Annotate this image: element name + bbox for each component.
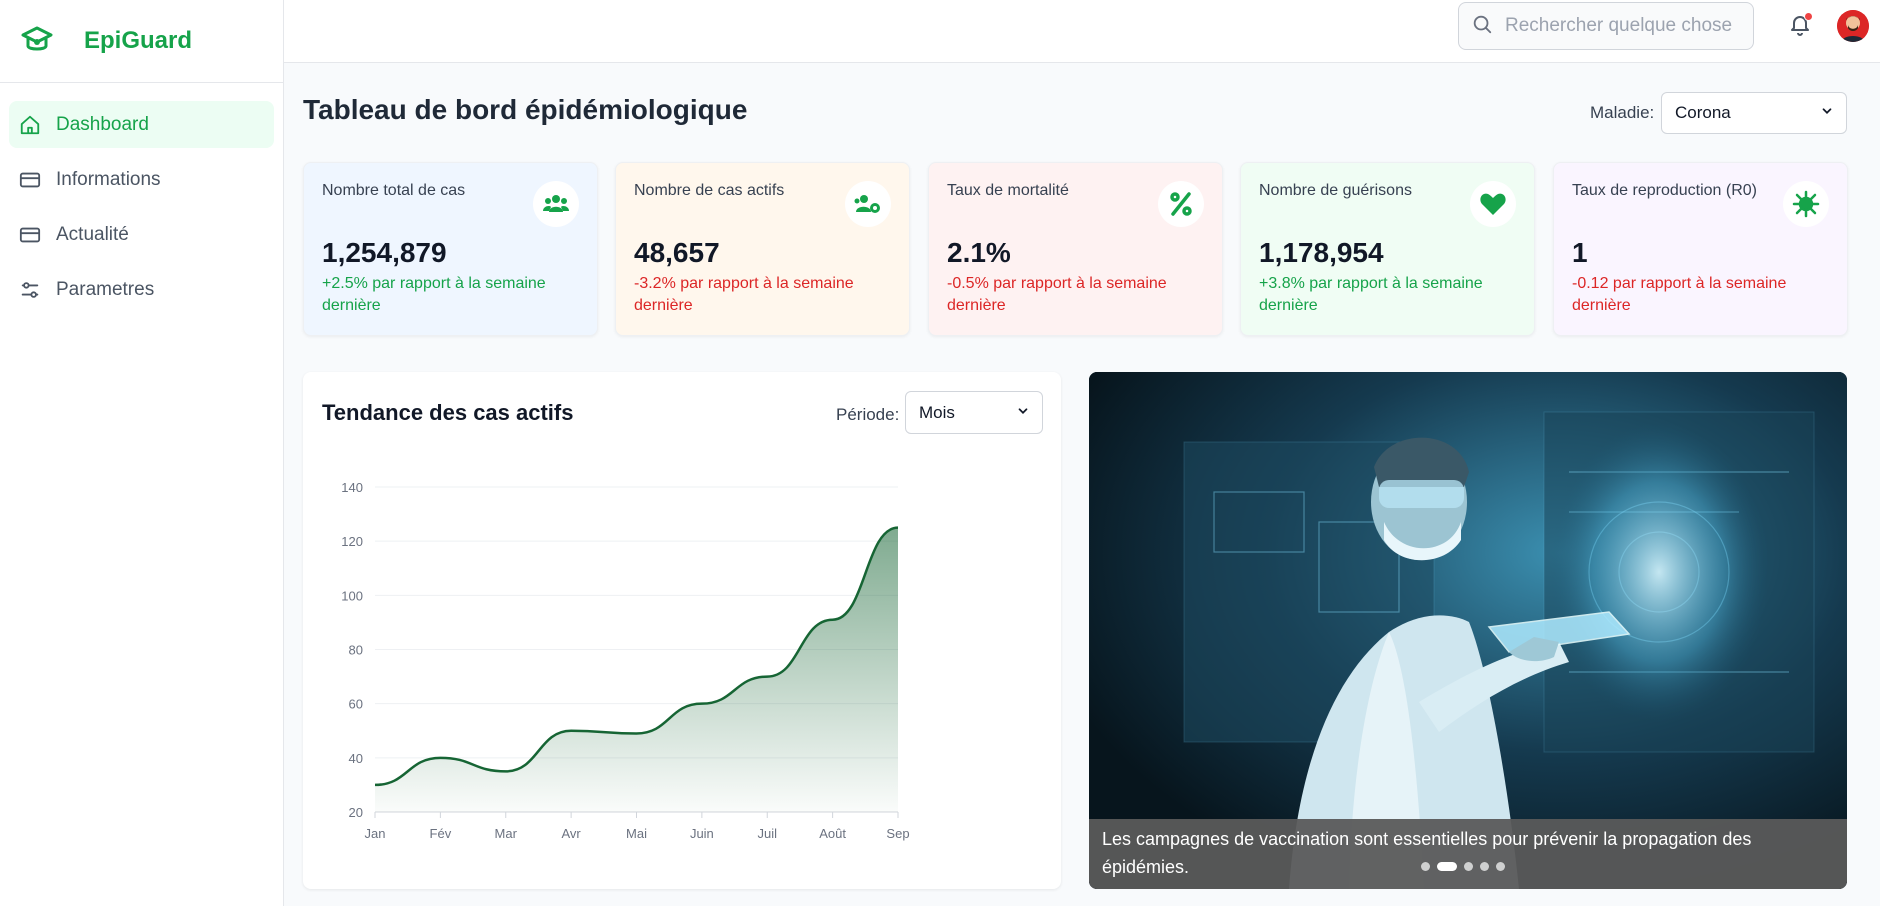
kpi-delta: -0.5% par rapport à la semaine dernière bbox=[947, 275, 1167, 314]
kpi-delta: +2.5% par rapport à la semaine dernière bbox=[322, 275, 546, 314]
brand[interactable]: EpiGuard bbox=[0, 0, 283, 83]
sidebar-item-label: Informations bbox=[56, 168, 161, 190]
y-tick-label: 100 bbox=[341, 588, 363, 603]
notification-badge bbox=[1804, 12, 1813, 21]
percent-icon bbox=[1158, 181, 1204, 227]
sidebar-item-dashboard[interactable]: Dashboard bbox=[9, 101, 274, 148]
kpi-delta: +3.8% par rapport à la semaine dernière bbox=[1259, 275, 1483, 314]
kpi-card-active-cases: Nombre de cas actifs 48,657 -3.2% par ra… bbox=[615, 162, 910, 336]
y-tick-label: 20 bbox=[349, 805, 363, 820]
app-name: EpiGuard bbox=[84, 27, 193, 54]
kpi-value: 2.1% bbox=[947, 237, 1011, 268]
kpi-delta: -3.2% par rapport à la semaine dernière bbox=[634, 275, 854, 314]
kpi-value: 1,254,879 bbox=[322, 237, 447, 268]
carousel-dot[interactable] bbox=[1421, 862, 1430, 871]
sidebar: EpiGuard Dashboard Informations Actualit… bbox=[0, 0, 284, 906]
page-title: Tableau de bord épidémiologique bbox=[303, 94, 748, 125]
avatar[interactable] bbox=[1837, 10, 1869, 42]
chevron-down-icon bbox=[1820, 103, 1834, 123]
disease-label: Maladie: bbox=[1590, 103, 1655, 122]
y-tick-label: 120 bbox=[341, 534, 363, 549]
kpi-value: 1,178,954 bbox=[1259, 237, 1384, 268]
sidebar-nav: Dashboard Informations Actualité Paramet… bbox=[0, 83, 283, 313]
x-tick-label: Juin bbox=[690, 826, 714, 841]
home-icon bbox=[18, 113, 42, 137]
card-icon bbox=[18, 168, 42, 192]
carousel-caption: Les campagnes de vaccination sont essent… bbox=[1089, 819, 1847, 889]
carousel-dot[interactable] bbox=[1480, 862, 1489, 871]
kpi-value: 1 bbox=[1572, 237, 1588, 268]
search-icon bbox=[1471, 13, 1493, 40]
chart-area bbox=[375, 527, 898, 812]
x-tick-label: Avr bbox=[561, 826, 581, 841]
doctor-hologram-image bbox=[1089, 372, 1847, 889]
y-tick-label: 60 bbox=[349, 697, 363, 712]
sidebar-item-parametres[interactable]: Parametres bbox=[9, 266, 274, 313]
x-tick-label: Mar bbox=[495, 826, 518, 841]
graduation-cap-icon bbox=[20, 24, 54, 58]
x-tick-label: Sep bbox=[886, 826, 909, 841]
y-tick-label: 140 bbox=[341, 480, 363, 495]
carousel-indicators bbox=[1421, 862, 1505, 871]
heart-icon bbox=[1470, 181, 1516, 227]
card-icon bbox=[18, 223, 42, 247]
notifications-button[interactable] bbox=[1786, 12, 1814, 40]
top-bar bbox=[284, 0, 1880, 63]
sidebar-item-informations[interactable]: Informations bbox=[9, 156, 274, 203]
carousel-dot-active[interactable] bbox=[1437, 862, 1457, 871]
users-gear-icon bbox=[845, 181, 891, 227]
active-cases-chart: 20 40 60 80 100 120 140 Jan Fév Mar Avr Mai Juin Juil… bbox=[341, 480, 909, 841]
search-input[interactable] bbox=[1505, 15, 1745, 37]
kpi-card-recoveries: Nombre de guérisons 1,178,954 +3.8% par … bbox=[1240, 162, 1535, 336]
carousel-dot[interactable] bbox=[1464, 862, 1473, 871]
kpi-card-reproduction-rate: Taux de reproduction (R0) 1 -0.12 par ra… bbox=[1553, 162, 1848, 336]
disease-select[interactable]: Corona bbox=[1661, 92, 1847, 134]
x-tick-label: Août bbox=[819, 826, 846, 841]
x-tick-label: Mai bbox=[626, 826, 647, 841]
virus-icon bbox=[1783, 181, 1829, 227]
kpi-card-total-cases: Nombre total de cas 1,254,879 +2.5% par … bbox=[303, 162, 598, 336]
user-avatar-icon bbox=[1837, 10, 1869, 42]
carousel-dot[interactable] bbox=[1496, 862, 1505, 871]
active-cases-chart-panel: Tendance des cas actifs Période: Mois 20… bbox=[303, 372, 1061, 889]
search-box[interactable] bbox=[1458, 2, 1754, 50]
disease-select-value: Corona bbox=[1675, 103, 1731, 122]
kpi-delta: -0.12 par rapport à la semaine dernière bbox=[1572, 275, 1787, 314]
sliders-icon bbox=[18, 278, 42, 302]
y-tick-label: 40 bbox=[349, 751, 363, 766]
kpi-card-mortality: Taux de mortalité 2.1% -0.5% par rapport… bbox=[928, 162, 1223, 336]
x-tick-label: Jan bbox=[365, 826, 386, 841]
sidebar-item-label: Parametres bbox=[56, 278, 155, 300]
kpi-value: 48,657 bbox=[634, 237, 720, 268]
x-tick-label: Fév bbox=[430, 826, 452, 841]
users-icon bbox=[533, 181, 579, 227]
news-carousel[interactable]: Les campagnes de vaccination sont essent… bbox=[1089, 372, 1847, 889]
sidebar-item-actualite[interactable]: Actualité bbox=[9, 211, 274, 258]
sidebar-item-label: Dashboard bbox=[56, 113, 149, 135]
x-tick-label: Juil bbox=[757, 826, 777, 841]
y-tick-label: 80 bbox=[349, 643, 363, 658]
sidebar-item-label: Actualité bbox=[56, 223, 129, 245]
